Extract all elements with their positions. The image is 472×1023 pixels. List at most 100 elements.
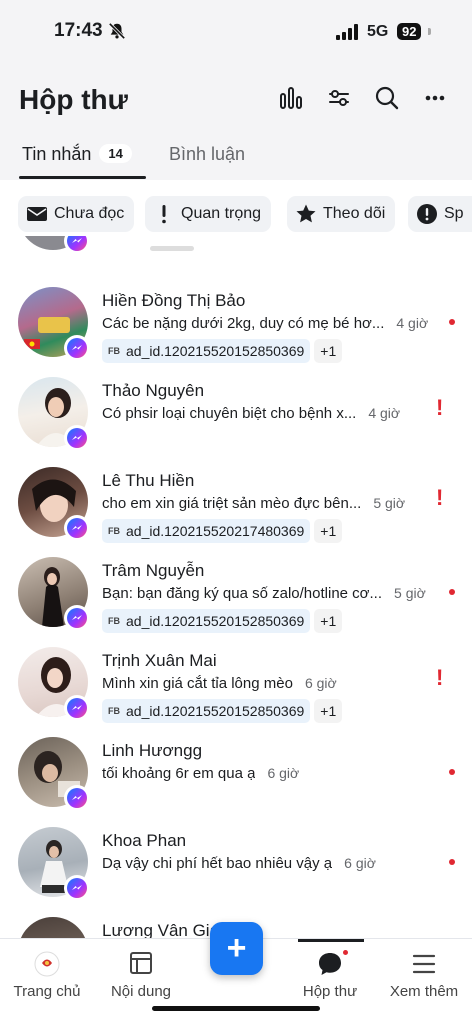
filter-sliders-icon[interactable] (325, 84, 353, 112)
alert-circle-icon (417, 204, 437, 224)
network-type: 5G (367, 23, 389, 40)
tag-list: FB ad_id.120215520217480369 +1 (102, 519, 343, 543)
messenger-badge-icon (64, 515, 90, 541)
messenger-badge-icon (64, 236, 90, 254)
important-icon: ! (436, 395, 444, 420)
compose-button[interactable]: + (210, 922, 263, 975)
tag-list: FB ad_id.120215520152850369 +1 (102, 699, 343, 723)
stats-icon[interactable] (277, 84, 305, 112)
message-time: 5 giờ (373, 495, 406, 511)
home-indicator (152, 1006, 320, 1011)
signal-icon (336, 24, 358, 40)
conversation-row[interactable]: Thảo Nguyên Có phsir loại chuyên biệt ch… (0, 377, 472, 463)
conversation-row[interactable]: Khoa Phan Dạ vậy chi phí hết bao nhiêu v… (0, 827, 472, 913)
star-icon (296, 204, 316, 223)
ad-tag[interactable]: FB ad_id.120215520152850369 (102, 339, 311, 363)
message-preview-line: tối khoảng 6r em qua ạ 6 giờ (102, 765, 299, 782)
message-preview-line: Mình xin giá cắt tỉa lông mèo 6 giờ (102, 675, 337, 692)
unread-dot (449, 319, 455, 325)
message-time: 6 giờ (267, 765, 300, 781)
filter-chips: Chưa đọc Quan trọng Theo dõi Sp (0, 196, 472, 234)
nav-content[interactable]: Nội dung (94, 939, 188, 1009)
messenger-badge-icon (64, 695, 90, 721)
page-title: Hộp thư (19, 84, 128, 115)
conversation-row[interactable]: Lê Thu Hiền cho em xin giá triệt sản mèo… (0, 467, 472, 553)
tab-messages-label: Tin nhắn (22, 144, 92, 164)
ad-tag-label: ad_id.120215520152850369 (126, 703, 305, 719)
facebook-source-icon: FB (108, 706, 120, 716)
conversation-row[interactable]: Hiền Đồng Thị Bảo Các be nặng dưới 2kg, … (0, 287, 472, 373)
battery-level: 92 (397, 23, 422, 40)
contact-name: Hiền Đồng Thị Bảo (102, 291, 246, 310)
conversation-row-partial[interactable] (0, 236, 472, 266)
tab-messages-count: 14 (99, 144, 132, 163)
facebook-source-icon: FB (108, 346, 120, 356)
inbox-notification-dot (343, 950, 348, 955)
ad-tag-label: ad_id.120215520152850369 (126, 613, 305, 629)
tab-comments[interactable]: Bình luận (169, 144, 245, 165)
message-preview: cho em xin giá triệt sản mèo đực bên... (102, 495, 362, 512)
avatar (18, 917, 88, 938)
conversation-row[interactable]: Linh Hươngg tối khoảng 6r em qua ạ 6 giờ (0, 737, 472, 823)
ad-tag-label: ad_id.120215520152850369 (126, 343, 305, 359)
nav-content-label: Nội dung (110, 983, 172, 1000)
more-tags-badge[interactable]: +1 (314, 699, 343, 723)
tag-list: FB ad_id.120215520152850369 +1 (102, 609, 343, 633)
facebook-source-icon: FB (108, 526, 120, 536)
message-preview-line: Dạ vậy chi phí hết bao nhiêu vậy ạ 6 giờ (102, 855, 376, 872)
messenger-badge-icon (64, 785, 90, 811)
battery-tip (428, 28, 431, 35)
message-preview: Có phsir loại chuyên biệt cho bệnh x... (102, 405, 357, 422)
ad-tag[interactable]: FB ad_id.120215520152850369 (102, 609, 311, 633)
message-time: 5 giờ (394, 585, 426, 601)
contact-name: Trâm Nguyễn (102, 561, 205, 580)
content-icon (130, 952, 152, 974)
contact-name: Khoa Phan (102, 831, 187, 850)
exclamation-icon (162, 205, 166, 224)
nav-home-label: Trang chủ (13, 983, 81, 1000)
messenger-badge-icon (64, 605, 90, 631)
filter-important-chip[interactable]: Quan trọng (145, 196, 272, 232)
more-tags-badge[interactable]: +1 (314, 609, 343, 633)
message-preview-line: Bạn: bạn đăng ký qua số zalo/hotline cơ.… (102, 585, 426, 602)
active-tab-indicator (19, 176, 146, 179)
nav-more[interactable]: Xem thêm (377, 939, 471, 1009)
nav-inbox[interactable]: Hộp thư (283, 939, 377, 1009)
contact-name: Trịnh Xuân Mai (102, 651, 217, 670)
message-preview: Mình xin giá cắt tỉa lông mèo (102, 675, 293, 692)
message-time: 6 giờ (344, 855, 376, 871)
filter-follow-label: Theo dõi (323, 205, 386, 222)
message-preview: Dạ vậy chi phí hết bao nhiêu vậy ạ (102, 855, 333, 872)
ad-tag[interactable]: FB ad_id.120215520217480369 (102, 519, 311, 543)
message-preview: Các be nặng dưới 2kg, duy có mẹ bé hơ... (102, 315, 385, 332)
conversation-row[interactable]: Trâm Nguyễn Bạn: bạn đăng ký qua số zalo… (0, 557, 472, 643)
status-bar: 17:43 5G 92 (0, 0, 472, 60)
bell-muted-icon (108, 22, 126, 40)
message-preview-line: Các be nặng dưới 2kg, duy có mẹ bé hơ...… (102, 315, 428, 332)
messenger-badge-icon (64, 335, 90, 361)
chat-bubble-icon (319, 953, 341, 975)
filter-unread-chip[interactable]: Chưa đọc (18, 196, 135, 232)
filter-spam-chip[interactable]: Sp (408, 196, 472, 232)
tag-list: FB ad_id.120215520152850369 +1 (102, 339, 343, 363)
search-icon[interactable] (373, 84, 401, 112)
envelope-icon (27, 207, 47, 221)
ad-tag[interactable]: FB ad_id.120215520152850369 (102, 699, 311, 723)
more-tags-badge[interactable]: +1 (314, 339, 343, 363)
important-icon: ! (436, 485, 444, 510)
filter-follow-chip[interactable]: Theo dõi (287, 196, 396, 232)
contact-name: Linh Hươngg (102, 741, 203, 760)
messenger-badge-icon (64, 875, 90, 901)
page-logo-icon (34, 951, 60, 977)
filter-unread-label: Chưa đọc (54, 205, 125, 222)
nav-home[interactable]: Trang chủ (0, 939, 94, 1009)
nav-inbox-label: Hộp thư (302, 983, 358, 1000)
message-preview: tối khoảng 6r em qua ạ (102, 765, 256, 782)
message-time: 4 giờ (396, 315, 429, 331)
filter-spam-label: Sp (444, 205, 464, 222)
tab-messages[interactable]: Tin nhắn 14 (22, 144, 132, 165)
conversation-row[interactable]: Trịnh Xuân Mai Mình xin giá cắt tỉa lông… (0, 647, 472, 733)
more-options-icon[interactable] (421, 84, 449, 112)
message-preview-line: Có phsir loại chuyên biệt cho bệnh x... … (102, 405, 400, 422)
more-tags-badge[interactable]: +1 (314, 519, 343, 543)
